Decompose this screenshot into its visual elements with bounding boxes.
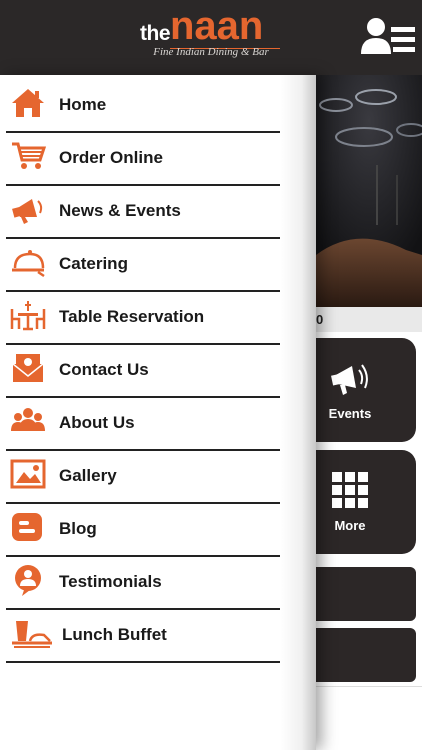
divider (316, 686, 422, 687)
drawer-shadow (280, 75, 316, 750)
cloche-icon (12, 250, 45, 278)
user-menu-icon[interactable] (359, 16, 417, 56)
megaphone-icon (331, 364, 368, 395)
more-tile[interactable]: More (316, 450, 416, 554)
sidebar-item-gallery[interactable]: Gallery (6, 450, 280, 504)
megaphone-icon (12, 199, 43, 224)
sidebar-item-label: News & Events (59, 201, 181, 220)
sidebar-item-about-us[interactable]: About Us (6, 397, 280, 451)
the-naan-logo[interactable]: the naan Fine Indian Dining & Bar (140, 4, 282, 64)
logo-the: the (140, 22, 171, 45)
sidebar-item-contact-us[interactable]: Contact Us (6, 344, 280, 398)
hero-image (316, 75, 422, 307)
sidebar-item-lunch-buffet[interactable]: Lunch Buffet (6, 609, 280, 663)
sidebar-item-news-events[interactable]: News & Events (6, 185, 280, 239)
cart-icon (12, 142, 46, 169)
content-bar-2[interactable] (316, 628, 416, 682)
info-strip-text: 0 (316, 312, 324, 327)
buffet-icon (12, 621, 52, 648)
envelope-icon (12, 354, 44, 382)
grid-icon (332, 472, 368, 508)
table-icon (10, 301, 46, 331)
sidebar-item-order-online[interactable]: Order Online (6, 132, 280, 186)
sidebar-item-testimonials[interactable]: Testimonials (6, 556, 280, 610)
sidebar-item-blog[interactable]: Blog (6, 503, 280, 557)
sidebar-item-table-reservation[interactable]: Table Reservation (6, 291, 280, 345)
sidebar-item-home[interactable]: Home (6, 79, 280, 133)
sidebar-item-label: Contact Us (59, 360, 149, 379)
sidebar-item-label: Blog (59, 519, 97, 538)
sidebar-item-label: Lunch Buffet (62, 625, 167, 644)
events-tile[interactable]: Events (316, 338, 416, 442)
sidebar-item-catering[interactable]: Catering (6, 238, 280, 292)
sidebar-item-label: Testimonials (59, 572, 162, 591)
image-icon (10, 459, 46, 489)
info-strip: 0 (316, 307, 422, 332)
sidebar-item-label: Order Online (59, 148, 163, 167)
sidebar-item-label: Table Reservation (59, 307, 205, 326)
sidebar-item-label: Home (59, 95, 107, 114)
people-icon (11, 408, 45, 431)
logo-naan: naan (170, 4, 264, 48)
sidebar-item-label: Catering (59, 254, 128, 273)
more-tile-label: More (334, 518, 366, 533)
logo-tagline: Fine Indian Dining & Bar (153, 46, 269, 58)
side-drawer: Home Order Online News & Events Catering (0, 75, 316, 750)
content-bar-1[interactable] (316, 567, 416, 621)
sidebar-item-label: Gallery (59, 466, 117, 485)
blog-icon (12, 513, 42, 541)
app-header: the naan Fine Indian Dining & Bar (0, 0, 422, 75)
sidebar-item-label: About Us (59, 413, 135, 432)
home-icon (12, 89, 44, 117)
testimonial-icon (15, 565, 41, 596)
events-tile-label: Events (328, 406, 372, 421)
